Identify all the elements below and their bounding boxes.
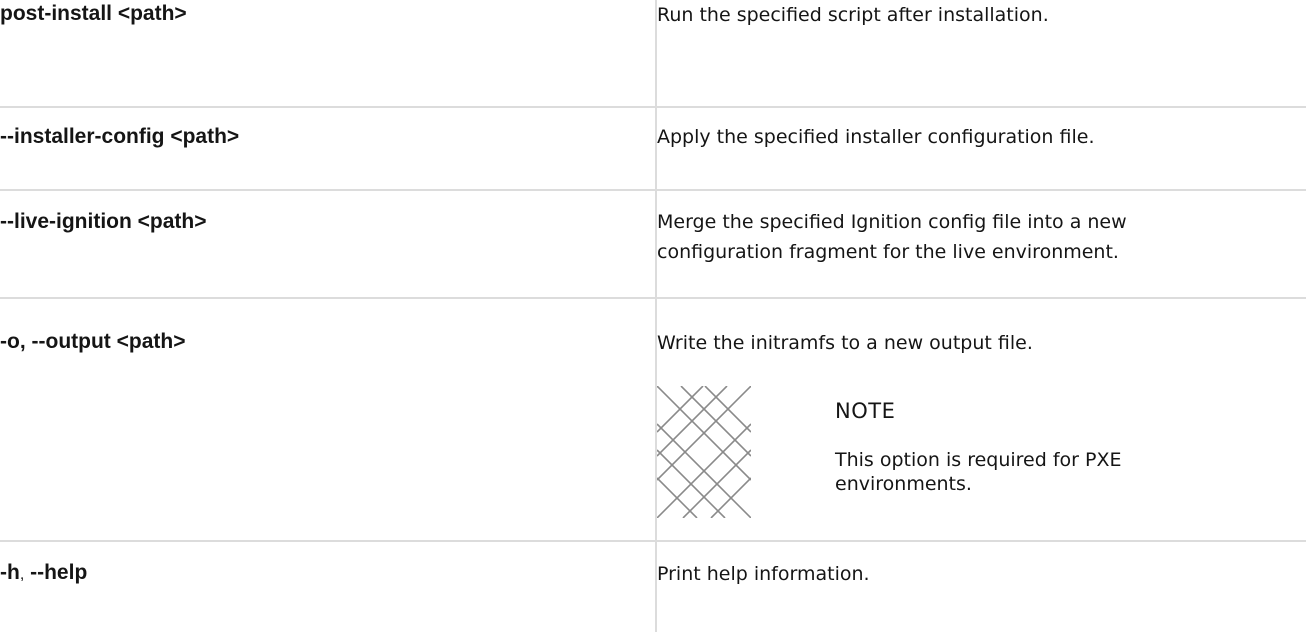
option-name: --installer-config <path> xyxy=(0,125,240,148)
option-cell: --live-ignition <path> xyxy=(0,189,657,299)
option-description: Print help information. xyxy=(657,563,870,585)
option-short-flag: -h xyxy=(0,561,20,584)
description-cell: Merge the specified Ignition config file… xyxy=(655,189,1306,299)
option-cell: -h, --help xyxy=(0,540,657,632)
option-name: -h, --help xyxy=(0,561,87,584)
description-cell: Apply the specified installer configurat… xyxy=(655,106,1306,191)
option-cell: --installer-config <path> xyxy=(0,106,657,191)
option-cell: post-install <path> xyxy=(0,0,657,108)
option-name: --live-ignition <path> xyxy=(0,210,207,233)
option-description: Write the initramfs to a new output file… xyxy=(657,332,1033,354)
option-short-flag: -o xyxy=(0,330,20,353)
table-row: --live-ignition <path> Merge the specifi… xyxy=(0,189,1306,299)
option-description-line: configuration fragment for the live envi… xyxy=(657,241,1119,263)
option-long-flag: --output <path> xyxy=(25,330,186,353)
note-crosshatch-icon xyxy=(657,386,751,518)
description-cell: Print help information. xyxy=(655,540,1306,632)
description-cell: Write the initramfs to a new output file… xyxy=(655,297,1306,542)
option-description-line: Merge the specified Ignition config file… xyxy=(657,211,1127,233)
option-description: Run the specified script after installat… xyxy=(657,4,1049,26)
option-description: Apply the specified installer configurat… xyxy=(657,126,1095,148)
description-cell: Run the specified script after installat… xyxy=(655,0,1306,108)
note-text: This option is required for PXE environm… xyxy=(835,448,1122,496)
option-name: post-install <path> xyxy=(0,2,187,25)
note-title: NOTE xyxy=(835,399,896,423)
option-cell: -o, --output <path> xyxy=(0,297,657,542)
table-row: --installer-config <path> Apply the spec… xyxy=(0,106,1306,191)
option-name: -o, --output <path> xyxy=(0,330,185,353)
options-table: post-install <path> Run the specified sc… xyxy=(0,0,1306,632)
table-row: post-install <path> Run the specified sc… xyxy=(0,0,1306,108)
note-admonition: NOTE This option is required for PXE env… xyxy=(657,386,1306,518)
note-text-line: environments. xyxy=(835,473,972,495)
note-text-line: This option is required for PXE xyxy=(835,449,1122,471)
option-long-flag: --help xyxy=(24,561,88,584)
table-row: -h, --help Print help information. xyxy=(0,540,1306,632)
note-body: NOTE This option is required for PXE env… xyxy=(835,386,1122,518)
table-row: -o, --output <path> Write the initramfs … xyxy=(0,297,1306,542)
